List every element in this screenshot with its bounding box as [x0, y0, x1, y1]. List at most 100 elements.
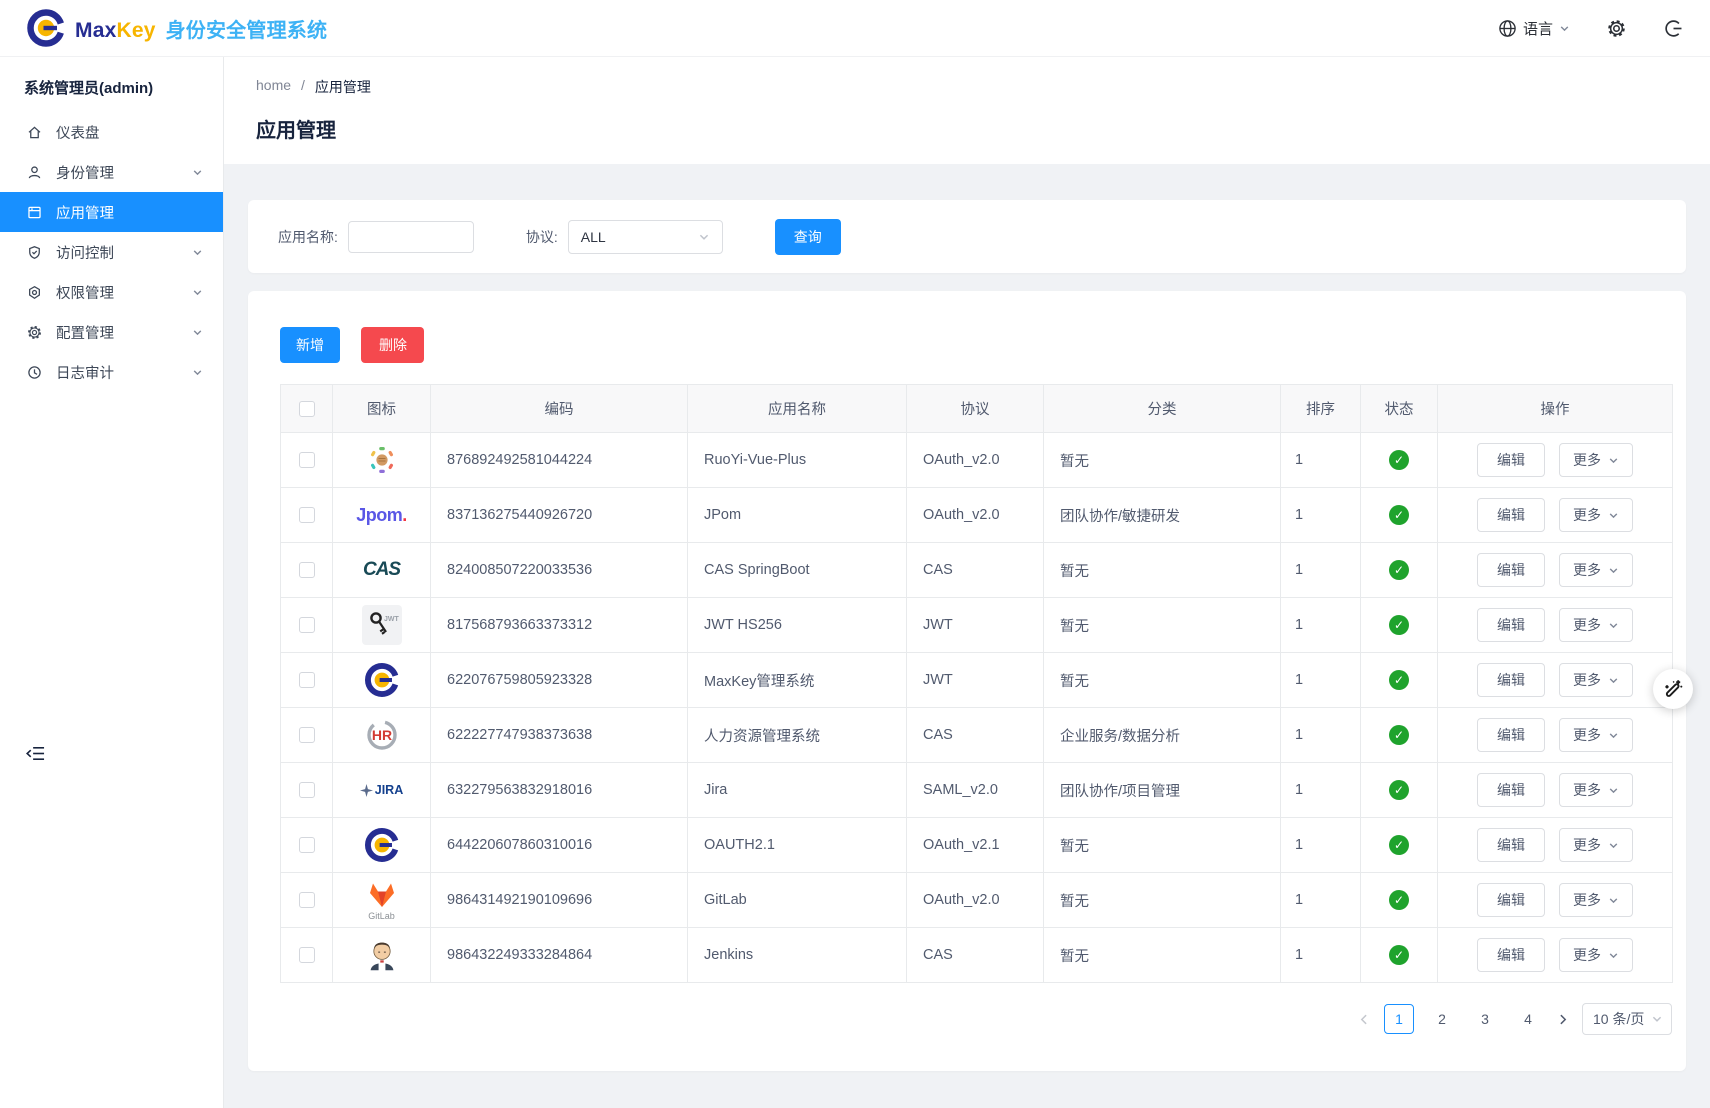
table-row: 644220607860310016 OAUTH2.1 OAuth_v2.1 暂…	[281, 818, 1673, 873]
row-checkbox[interactable]	[299, 562, 315, 578]
row-checkbox[interactable]	[299, 507, 315, 523]
brand[interactable]: MaxKey身份安全管理系统	[26, 8, 327, 48]
page-size-select[interactable]: 10 条/页	[1582, 1003, 1672, 1035]
select-all-checkbox[interactable]	[299, 401, 315, 417]
more-button[interactable]: 更多	[1559, 498, 1633, 532]
app-category: 团队协作/敏捷研发	[1044, 488, 1281, 543]
theme-wand-button[interactable]	[1653, 669, 1693, 709]
select-all-header	[281, 385, 333, 433]
more-button[interactable]: 更多	[1559, 938, 1633, 972]
page-number-2[interactable]: 2	[1427, 1004, 1457, 1034]
app-name: GitLab	[688, 873, 907, 928]
edit-button[interactable]: 编辑	[1477, 553, 1545, 587]
more-button-label: 更多	[1573, 560, 1601, 580]
sidebar-item-audit-log[interactable]: 日志审计	[0, 352, 223, 392]
add-button[interactable]: 新增	[280, 327, 340, 363]
app-category: 企业服务/数据分析	[1044, 708, 1281, 763]
language-switcher[interactable]: 语言	[1498, 18, 1570, 39]
more-button[interactable]: 更多	[1559, 718, 1633, 752]
app-sort: 1	[1281, 763, 1361, 818]
app-sort: 1	[1281, 433, 1361, 488]
app-code: 837136275440926720	[431, 488, 688, 543]
more-button[interactable]: 更多	[1559, 828, 1633, 862]
chevron-down-icon	[1608, 895, 1619, 906]
app-code: 622076759805923328	[431, 653, 688, 708]
sidebar-item-applications[interactable]: 应用管理	[0, 192, 223, 232]
column-header-status: 状态	[1361, 385, 1438, 433]
row-checkbox[interactable]	[299, 782, 315, 798]
app-protocol: CAS	[907, 708, 1044, 763]
edit-button[interactable]: 编辑	[1477, 938, 1545, 972]
sidebar: 系统管理员(admin) 仪表盘 身份管理	[0, 57, 224, 1108]
protocol-filter-label: 协议:	[526, 227, 558, 247]
table-row: 986432249333284864 Jenkins CAS 暂无 1 ✓ 编辑…	[281, 928, 1673, 983]
maxkey-logo	[363, 661, 401, 699]
edit-button[interactable]: 编辑	[1477, 828, 1545, 862]
edit-button[interactable]: 编辑	[1477, 718, 1545, 752]
table-toolbar: 新增 删除	[280, 327, 1686, 363]
more-button[interactable]: 更多	[1559, 443, 1633, 477]
delete-button[interactable]: 删除	[361, 327, 424, 363]
protocol-select[interactable]: ALL	[568, 220, 723, 254]
page-size-value: 10 条/页	[1593, 1009, 1644, 1029]
more-button-label: 更多	[1573, 780, 1601, 800]
app-sort: 1	[1281, 488, 1361, 543]
page-number-1[interactable]: 1	[1384, 1004, 1414, 1034]
app-window-icon	[26, 204, 43, 221]
identity-user-icon	[26, 164, 43, 181]
sidebar-item-access-control[interactable]: 访问控制	[0, 232, 223, 272]
table-row: JWT 817568793663373312 JWT HS256 JWT 暂无 …	[281, 598, 1673, 653]
sidebar-item-dashboard[interactable]: 仪表盘	[0, 112, 223, 152]
more-button[interactable]: 更多	[1559, 608, 1633, 642]
prev-page-icon[interactable]	[1358, 1013, 1371, 1026]
edit-button[interactable]: 编辑	[1477, 608, 1545, 642]
sidebar-item-configuration[interactable]: 配置管理	[0, 312, 223, 352]
hr-logo: HR	[362, 715, 402, 755]
app-sort: 1	[1281, 928, 1361, 983]
breadcrumb-home-link[interactable]: home	[256, 77, 291, 97]
app-code: 622227747938373638	[431, 708, 688, 763]
app-code: 986432249333284864	[431, 928, 688, 983]
search-button[interactable]: 查询	[775, 219, 841, 255]
edit-button[interactable]: 编辑	[1477, 663, 1545, 697]
svg-text:JWT: JWT	[384, 616, 399, 623]
edit-button[interactable]: 编辑	[1477, 498, 1545, 532]
edit-button[interactable]: 编辑	[1477, 443, 1545, 477]
next-page-icon[interactable]	[1556, 1013, 1569, 1026]
chevron-down-icon	[1608, 565, 1619, 576]
row-checkbox[interactable]	[299, 837, 315, 853]
maxkey-logo-icon	[26, 8, 66, 48]
menu-fold-icon[interactable]	[26, 745, 45, 762]
more-button[interactable]: 更多	[1559, 883, 1633, 917]
row-checkbox[interactable]	[299, 727, 315, 743]
app-name-input[interactable]	[348, 221, 474, 253]
more-button-label: 更多	[1573, 615, 1601, 635]
breadcrumb-separator: /	[301, 77, 305, 97]
table-body: 876892492581044224 RuoYi-Vue-Plus OAuth_…	[281, 433, 1673, 983]
row-checkbox[interactable]	[299, 672, 315, 688]
page-number-4[interactable]: 4	[1513, 1004, 1543, 1034]
chevron-down-icon	[192, 167, 203, 178]
logout-icon[interactable]	[1663, 18, 1684, 39]
sidebar-item-identity[interactable]: 身份管理	[0, 152, 223, 192]
row-checkbox[interactable]	[299, 452, 315, 468]
more-button[interactable]: 更多	[1559, 773, 1633, 807]
page-number-3[interactable]: 3	[1470, 1004, 1500, 1034]
app-sort: 1	[1281, 598, 1361, 653]
row-checkbox[interactable]	[299, 892, 315, 908]
edit-button[interactable]: 编辑	[1477, 773, 1545, 807]
settings-gear-icon[interactable]	[1606, 18, 1627, 39]
app-name: JWT HS256	[688, 598, 907, 653]
row-checkbox[interactable]	[299, 947, 315, 963]
more-button[interactable]: 更多	[1559, 553, 1633, 587]
sidebar-item-permissions[interactable]: 权限管理	[0, 272, 223, 312]
status-active-icon: ✓	[1389, 450, 1409, 470]
app-sort: 1	[1281, 653, 1361, 708]
wand-icon	[1661, 677, 1685, 701]
app-protocol: OAuth_v2.0	[907, 873, 1044, 928]
language-label: 语言	[1523, 18, 1553, 39]
app-category: 暂无	[1044, 543, 1281, 598]
edit-button[interactable]: 编辑	[1477, 883, 1545, 917]
more-button[interactable]: 更多	[1559, 663, 1633, 697]
row-checkbox[interactable]	[299, 617, 315, 633]
